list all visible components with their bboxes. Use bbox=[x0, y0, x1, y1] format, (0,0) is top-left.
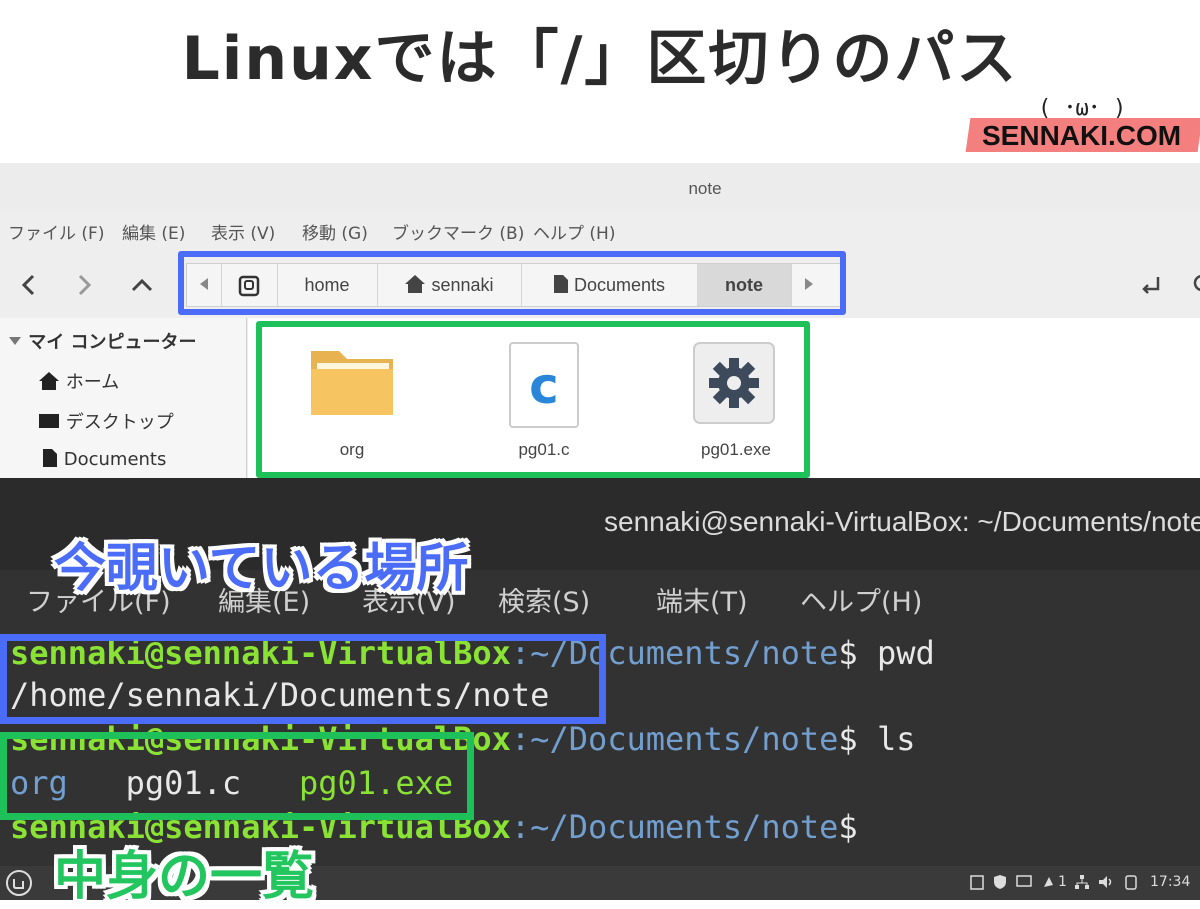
sidebar-header-label: マイ コンピューター bbox=[28, 332, 197, 353]
menu-button[interactable] bbox=[6, 870, 32, 896]
window-titlebar: note bbox=[0, 163, 1200, 211]
callout-current-location: 今覗いている場所 bbox=[54, 539, 469, 599]
sidebar-item-label: ホーム bbox=[65, 372, 120, 393]
menu-go[interactable]: 移動 (G) bbox=[302, 219, 368, 244]
pwd-highlight-box bbox=[0, 634, 606, 724]
ls-highlight-box bbox=[0, 732, 474, 820]
prompt-command: $ bbox=[838, 808, 858, 846]
prompt-command: $ ls bbox=[838, 720, 916, 758]
terminal-menu-help[interactable]: ヘルプ(H) bbox=[800, 580, 922, 619]
tray-keyboard-icon[interactable] bbox=[1016, 874, 1032, 892]
tray-volume-icon[interactable] bbox=[1098, 874, 1114, 894]
terminal-menu-terminal[interactable]: 端末(T) bbox=[656, 580, 748, 619]
window-title: note bbox=[688, 179, 722, 198]
site-logo: ( ･ω･ ) SENNAKI.COM bbox=[965, 82, 1200, 154]
menu-help[interactable]: ヘルプ (H) bbox=[533, 219, 615, 244]
tray-shield-icon[interactable] bbox=[992, 874, 1008, 894]
menu-view[interactable]: 表示 (V) bbox=[211, 219, 275, 244]
chevron-up-icon bbox=[131, 278, 153, 292]
tray-network-icon[interactable] bbox=[1074, 874, 1090, 894]
sidebar-item-home[interactable]: ホーム bbox=[38, 368, 119, 394]
contents-highlight-box bbox=[256, 321, 810, 478]
tray-notifications-icon[interactable] bbox=[1040, 874, 1056, 894]
sidebar-item-label: Documents bbox=[63, 449, 167, 470]
file-manager-menubar: ファイル (F) 編集 (E) 表示 (V) 移動 (G) ブックマーク (B)… bbox=[0, 219, 1200, 249]
back-button[interactable] bbox=[8, 265, 48, 305]
sidebar-item-desktop[interactable]: デスクトップ bbox=[38, 408, 174, 434]
terminal-menu-search[interactable]: 検索(S) bbox=[498, 580, 590, 619]
sidebar: マイ コンピューター ホーム デスクトップ Documents bbox=[0, 318, 247, 480]
menu-bookmarks[interactable]: ブックマーク (B) bbox=[392, 219, 524, 244]
terminal-title: sennaki@sennaki-VirtualBox: ~/Documents/… bbox=[604, 506, 1200, 537]
file-manager-window: note ファイル (F) 編集 (E) 表示 (V) 移動 (G) ブックマー… bbox=[0, 163, 1200, 480]
triangle-down-icon bbox=[9, 337, 21, 345]
sidebar-item-label: デスクトップ bbox=[65, 412, 174, 433]
menu-file[interactable]: ファイル (F) bbox=[8, 219, 104, 244]
chevron-left-icon bbox=[21, 274, 35, 296]
home-icon bbox=[39, 372, 59, 390]
tray-clock[interactable]: 17:34 bbox=[1150, 874, 1190, 890]
path-highlight-box bbox=[178, 251, 846, 315]
sidebar-section-my-computer[interactable]: マイ コンピューター bbox=[8, 328, 197, 354]
document-icon bbox=[43, 449, 57, 467]
logo-text: SENNAKI.COM bbox=[982, 120, 1182, 151]
tray-clipboard-icon[interactable] bbox=[970, 874, 984, 894]
enter-arrow-icon bbox=[1142, 277, 1160, 294]
prompt-path: :~/Documents/note bbox=[510, 720, 839, 758]
prompt-path: :~/Documents/note bbox=[510, 808, 839, 846]
callout-contents-list: 中身の一覧 bbox=[54, 847, 315, 907]
banner: Linuxでは「/」区切りのパス ( ･ω･ ) SENNAKI.COM bbox=[0, 0, 1200, 163]
tray-workspace-count[interactable]: 1 bbox=[1058, 874, 1067, 890]
search-icon[interactable] bbox=[1190, 273, 1200, 303]
prompt-command: $ pwd bbox=[838, 634, 935, 672]
forward-button[interactable] bbox=[64, 265, 104, 305]
up-button[interactable] bbox=[122, 265, 162, 305]
desktop-icon bbox=[39, 414, 59, 428]
mint-logo-icon bbox=[13, 879, 24, 889]
toggle-location-icon[interactable] bbox=[1138, 273, 1162, 303]
tray-battery-icon[interactable] bbox=[1124, 874, 1138, 894]
menu-edit[interactable]: 編集 (E) bbox=[122, 219, 185, 244]
chevron-right-icon bbox=[78, 274, 92, 296]
sidebar-item-documents[interactable]: Documents bbox=[42, 448, 166, 470]
